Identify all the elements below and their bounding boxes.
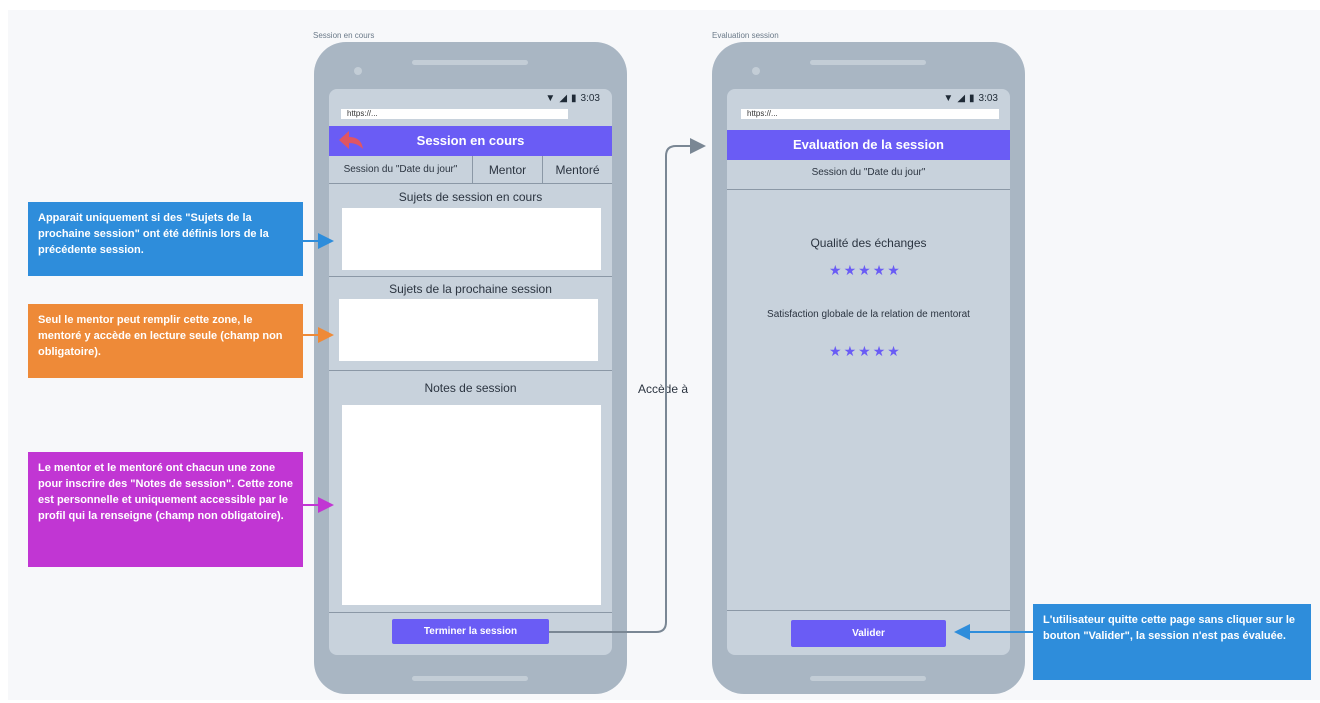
divider: [727, 189, 1010, 190]
star-icon[interactable]: ★: [829, 263, 842, 279]
screen-title: Evaluation de la session: [793, 137, 944, 152]
frame-label-left: Session en cours: [313, 31, 375, 40]
next-topics-title: Sujets de la prochaine session: [389, 282, 552, 296]
screen-evaluation: ▼ ◢ ▮ 3:03 https://... Evaluation de la …: [727, 89, 1010, 655]
current-topics-title: Sujets de session en cours: [398, 190, 543, 204]
satisfaction-label: Satisfaction globale de la relation de m…: [767, 309, 970, 320]
app-bar: Evaluation de la session: [727, 130, 1010, 160]
star-icon[interactable]: ★: [887, 344, 900, 360]
app-bar: Session en cours: [329, 126, 612, 156]
speaker: [412, 60, 528, 65]
star-icon[interactable]: ★: [844, 344, 857, 360]
satisfaction-rating[interactable]: ★ ★ ★ ★ ★: [829, 344, 900, 360]
wifi-icon: ▼: [943, 93, 954, 104]
annotation-validate: L'utilisateur quitte cette page sans cli…: [1033, 604, 1311, 680]
end-session-button[interactable]: Terminer la session: [392, 619, 549, 644]
url-bar[interactable]: https://...: [741, 109, 999, 119]
divider: [329, 370, 612, 371]
next-topics-field[interactable]: [339, 299, 598, 361]
status-time: 3:03: [580, 93, 600, 104]
camera: [354, 67, 362, 75]
divider: [329, 612, 612, 613]
star-icon[interactable]: ★: [887, 263, 900, 279]
divider: [727, 610, 1010, 611]
phone-session: ▼ ◢ ▮ 3:03 https://... Session en cours …: [314, 42, 627, 694]
flow-label: Accède à: [638, 382, 689, 396]
notes-title: Notes de session: [424, 381, 517, 395]
annotation-next-topics: Seul le mentor peut remplir cette zone, …: [28, 304, 303, 378]
star-icon[interactable]: ★: [844, 263, 857, 279]
quality-rating[interactable]: ★ ★ ★ ★ ★: [829, 263, 900, 279]
star-icon[interactable]: ★: [858, 344, 871, 360]
validate-button[interactable]: Valider: [791, 620, 946, 647]
star-icon[interactable]: ★: [873, 263, 886, 279]
signal-icon: ◢: [957, 93, 966, 104]
star-icon[interactable]: ★: [829, 344, 842, 360]
battery-icon: ▮: [969, 93, 975, 104]
status-bar: ▼ ◢ ▮ 3:03: [943, 93, 998, 104]
session-subtitle: Session du "Date du jour": [811, 167, 926, 178]
quality-label: Qualité des échanges: [810, 236, 927, 250]
home-bar: [412, 676, 528, 681]
wifi-icon: ▼: [545, 93, 556, 104]
screen-session: ▼ ◢ ▮ 3:03 https://... Session en cours …: [329, 89, 612, 655]
status-time: 3:03: [978, 93, 998, 104]
screen-title: Session en cours: [416, 133, 525, 148]
battery-icon: ▮: [571, 93, 577, 104]
frame-label-right: Evaluation session: [712, 31, 779, 40]
tab-bar: Session du "Date du jour" Mentor Mentoré: [329, 156, 612, 184]
annotation-notes: Le mentor et le mentoré ont chacun une z…: [28, 452, 303, 567]
camera: [752, 67, 760, 75]
divider: [329, 276, 612, 277]
speaker: [810, 60, 926, 65]
tab-session-date[interactable]: Session du "Date du jour": [329, 156, 473, 183]
current-topics-field[interactable]: [342, 208, 601, 270]
signal-icon: ◢: [559, 93, 568, 104]
notes-field[interactable]: [342, 405, 601, 605]
tab-mentore[interactable]: Mentoré: [543, 156, 612, 183]
star-icon[interactable]: ★: [858, 263, 871, 279]
tab-mentor[interactable]: Mentor: [473, 156, 543, 183]
annotation-current-topics: Apparait uniquement si des "Sujets de la…: [28, 202, 303, 276]
url-bar[interactable]: https://...: [341, 109, 568, 119]
star-icon[interactable]: ★: [873, 344, 886, 360]
status-bar: ▼ ◢ ▮ 3:03: [545, 93, 600, 104]
home-bar: [810, 676, 926, 681]
phone-evaluation: ▼ ◢ ▮ 3:03 https://... Evaluation de la …: [712, 42, 1025, 694]
